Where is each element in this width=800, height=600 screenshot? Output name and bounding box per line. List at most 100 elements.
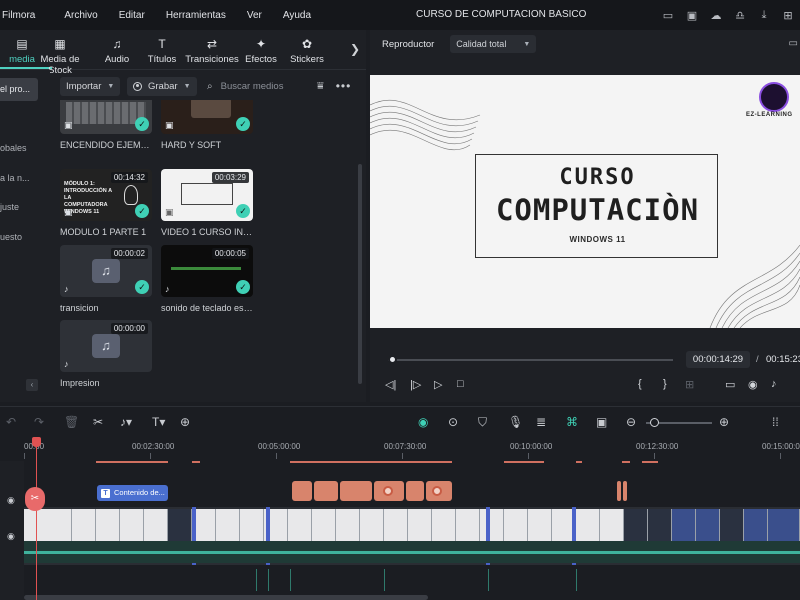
more-icon[interactable]: ••• bbox=[336, 79, 352, 93]
cloud-icon[interactable]: ☁ bbox=[704, 9, 728, 22]
quality-dropdown[interactable]: Calidad total ▼ bbox=[450, 35, 537, 53]
scissors-icon[interactable]: ✂ bbox=[93, 415, 103, 429]
playback-controls: ◁| |▷ ▷ □ { } ⊞ ▭ ◉ ♪ bbox=[370, 376, 800, 396]
text-edit-icon[interactable]: T▾ bbox=[152, 415, 165, 429]
save-icon[interactable]: ▣ bbox=[680, 9, 704, 22]
preview-header: Reproductor Calidad total ▼ ▭ bbox=[370, 30, 800, 58]
menu-editar[interactable]: Editar bbox=[119, 10, 145, 21]
grid-icon[interactable]: ⊞ bbox=[776, 9, 800, 22]
undo-icon[interactable]: ↶ bbox=[6, 415, 16, 429]
video-clip-strip[interactable] bbox=[24, 509, 800, 541]
volume-icon[interactable]: ♪ bbox=[771, 378, 777, 390]
delete-icon[interactable]: 🗑 bbox=[64, 415, 79, 429]
media-item[interactable]: ♫ 00:00:02 ♪ ✓ transicion bbox=[60, 245, 152, 313]
title-line-2: COMPUTACIÒN bbox=[495, 193, 700, 227]
marker-icon[interactable]: ⛉ bbox=[478, 415, 487, 430]
sidebar-item-compound[interactable]: uesto bbox=[0, 226, 38, 249]
audio-clip[interactable] bbox=[314, 481, 338, 501]
menu-ayuda[interactable]: Ayuda bbox=[283, 10, 311, 21]
video-preview[interactable]: EZ-LEARNING CURSO COMPUTACIÒN WINDOWS 11 bbox=[370, 75, 800, 328]
search-input[interactable]: ⌕ Buscar medios bbox=[207, 81, 315, 92]
snapshot-icon[interactable]: ▭ bbox=[789, 38, 798, 49]
media-item[interactable]: 00:00:05 ♪ ✓ sonido de teclado escr... bbox=[161, 245, 253, 313]
camera-icon[interactable]: ◉ bbox=[748, 378, 758, 391]
seek-row: 00:00:14:29 / 00:15:23 bbox=[370, 346, 800, 368]
menu-herramientas[interactable]: Herramientas bbox=[166, 10, 226, 21]
pip-icon[interactable]: ▣ bbox=[596, 415, 607, 429]
video-icon: ▣ bbox=[165, 207, 174, 217]
download-icon[interactable]: ⤓ bbox=[752, 9, 776, 22]
media-grid: ▣ ✓ ENCENDIDO EJEMPLO ▣ ✓ HARD Y SOFT MÓ… bbox=[60, 100, 360, 402]
render-icon[interactable]: ⊞ bbox=[685, 378, 694, 391]
sidebar-item-global[interactable]: obales bbox=[0, 137, 38, 160]
app-name[interactable]: Filmora bbox=[2, 10, 35, 21]
media-item-name: transicion bbox=[60, 303, 99, 313]
sidebar-item-cloud[interactable]: a la n... bbox=[0, 167, 38, 190]
import-dropdown[interactable]: Importar ▼ bbox=[60, 76, 120, 96]
playhead[interactable] bbox=[36, 443, 37, 600]
sidebar-item-adjust[interactable]: juste bbox=[0, 196, 38, 219]
sidebar-item-2[interactable] bbox=[0, 108, 38, 131]
search-icon: ⌕ bbox=[207, 80, 213, 92]
zoom-in-icon[interactable]: ⊕ bbox=[719, 415, 729, 429]
check-icon: ✓ bbox=[135, 117, 149, 131]
audio-clip[interactable] bbox=[292, 481, 312, 501]
timeline-ruler[interactable]: 00:00 00:02:30:00 00:05:00:00 00:07:30:0… bbox=[24, 439, 800, 461]
video-icon: ▣ bbox=[165, 120, 174, 130]
audio-icon: ♪ bbox=[64, 359, 69, 369]
mark-out-icon[interactable]: } bbox=[663, 378, 667, 390]
zoom-handle[interactable] bbox=[650, 418, 659, 427]
microphone-icon[interactable]: 🎙 bbox=[508, 415, 523, 429]
split-scissors-icon[interactable]: ✂ bbox=[25, 487, 45, 511]
audio-clip[interactable] bbox=[623, 481, 627, 501]
ai-icon[interactable]: ◉ bbox=[418, 415, 428, 429]
tab-stickers[interactable]: ✿ Stickers bbox=[277, 36, 337, 65]
audio-clip[interactable] bbox=[340, 481, 372, 501]
media-item[interactable]: ▣ ✓ HARD Y SOFT bbox=[161, 100, 253, 150]
timeline-scrollbar[interactable] bbox=[24, 595, 428, 600]
text-clip[interactable]: T Contenido de... bbox=[97, 485, 168, 501]
play-icon[interactable]: ▷ bbox=[434, 378, 442, 391]
audio-clip[interactable] bbox=[374, 481, 404, 501]
audio-clip[interactable] bbox=[426, 481, 452, 501]
headset-icon[interactable]: ♎ bbox=[728, 9, 752, 22]
more-tools-icon[interactable]: ⊕ bbox=[180, 415, 190, 429]
current-time[interactable]: 00:00:14:29 bbox=[686, 351, 750, 368]
media-scrollbar[interactable] bbox=[358, 164, 362, 384]
audio-edit-icon[interactable]: ♪▾ bbox=[120, 415, 132, 429]
collapse-sidebar-button[interactable]: ‹ bbox=[26, 379, 38, 391]
stop-icon[interactable]: □ bbox=[457, 378, 464, 390]
media-item-name: sonido de teclado escr... bbox=[161, 303, 253, 313]
media-item-name: Impresion bbox=[60, 378, 100, 388]
previous-frame-icon[interactable]: ◁| bbox=[385, 378, 396, 391]
display-icon[interactable]: ▭ bbox=[725, 378, 735, 391]
media-item[interactable]: ♫ 00:00:00 ♪ Impresion bbox=[60, 320, 152, 388]
redo-icon[interactable]: ↷ bbox=[34, 415, 44, 429]
media-item[interactable]: ▣ ✓ ENCENDIDO EJEMPLO bbox=[60, 100, 152, 150]
audio-mix-icon[interactable]: ≣ bbox=[536, 415, 546, 429]
render-preview-icon[interactable]: ⊙ bbox=[448, 415, 458, 429]
menu-archivo[interactable]: Archivo bbox=[64, 10, 97, 21]
eye-icon[interactable]: ◉ bbox=[7, 531, 15, 542]
sidebar-item-project[interactable]: el pro... bbox=[0, 78, 38, 101]
stock-media-icon: ▦ bbox=[54, 37, 66, 51]
media-thumbnail: ▣ ✓ bbox=[60, 100, 152, 134]
layout-icon[interactable]: ⁞⁞ bbox=[772, 415, 779, 429]
mark-in-icon[interactable]: { bbox=[638, 378, 642, 390]
filter-icon[interactable]: ⩸ bbox=[317, 80, 324, 93]
next-frame-icon[interactable]: |▷ bbox=[410, 378, 421, 391]
menu-ver[interactable]: Ver bbox=[247, 10, 262, 21]
record-dropdown[interactable]: Grabar ▼ bbox=[127, 76, 197, 96]
zoom-out-icon[interactable]: ⊖ bbox=[626, 415, 636, 429]
eye-icon[interactable]: ◉ bbox=[7, 495, 15, 506]
snap-icon[interactable]: ⌘ bbox=[566, 415, 578, 429]
seek-handle[interactable] bbox=[388, 355, 397, 364]
display-icon[interactable]: ▭ bbox=[656, 9, 680, 22]
audio-clip[interactable] bbox=[406, 481, 424, 501]
chevron-right-icon[interactable]: ❯ bbox=[350, 42, 360, 56]
seek-bar[interactable] bbox=[388, 359, 673, 361]
chevron-down-icon: ▼ bbox=[183, 82, 191, 90]
media-item[interactable]: 00:03:29 ▣ ✓ VIDEO 1 CURSO INTR... bbox=[161, 169, 253, 237]
media-item[interactable]: MÓDULO 1: INTRODUCCIÓN A LA COMPUTADORA WIN… bbox=[60, 169, 152, 237]
audio-clip[interactable] bbox=[617, 481, 621, 501]
